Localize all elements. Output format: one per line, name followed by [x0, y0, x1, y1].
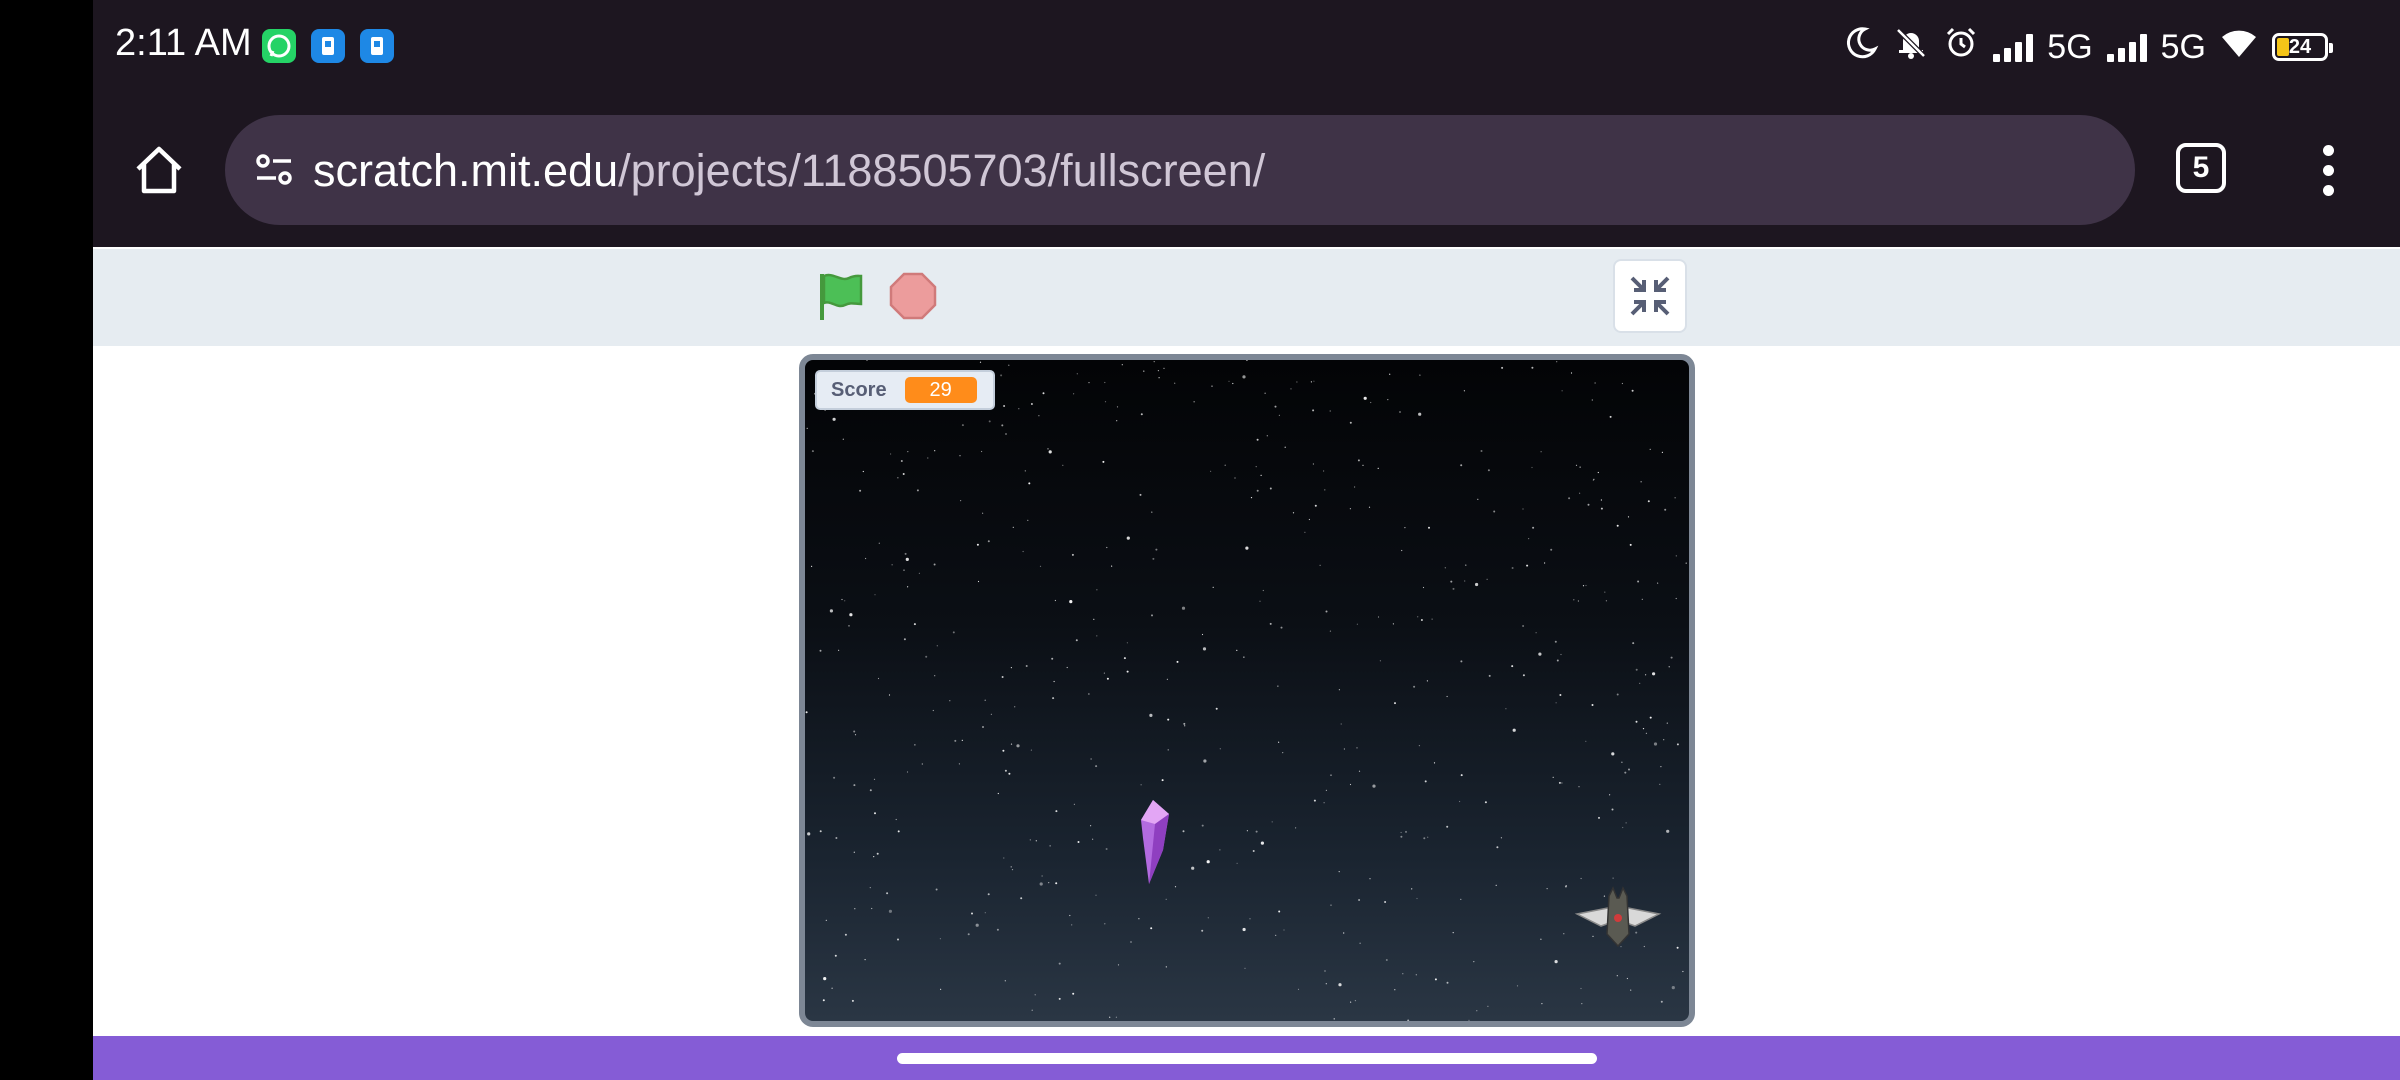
status-icons: 5G 5G 24: [1843, 24, 2333, 70]
status-bar: 2:11 AM 5G 5G 24: [93, 0, 2400, 95]
green-flag-icon: [820, 273, 863, 320]
spaceship-sprite: [1574, 886, 1662, 948]
stop-sign-icon: [889, 272, 937, 320]
signal-bars-icon: [2106, 32, 2147, 62]
home-button[interactable]: [129, 140, 189, 200]
url-domain: scratch.mit.edu: [313, 145, 619, 196]
app-notification-icon: [360, 29, 394, 63]
browser-menu-button[interactable]: [2313, 140, 2343, 200]
network-type-2: 5G: [2160, 27, 2206, 66]
whatsapp-icon: [262, 29, 296, 63]
screen: 2:11 AM 5G 5G 24 scratch.mit.edu/project…: [0, 0, 2400, 1080]
tab-count: 5: [2192, 151, 2210, 184]
home-icon: [136, 146, 182, 194]
status-time: 2:11 AM: [115, 22, 252, 64]
battery-level: 24: [2288, 35, 2312, 58]
site-info-icon[interactable]: [247, 142, 303, 198]
wifi-icon: [2220, 27, 2258, 68]
muted-bell-icon: [1893, 25, 1929, 70]
stop-button[interactable]: [888, 271, 938, 321]
green-flag-button[interactable]: [815, 270, 869, 324]
address-bar[interactable]: scratch.mit.edu/projects/1188505703/full…: [225, 115, 2135, 225]
score-label: Score: [831, 378, 887, 401]
score-variable-monitor: Score 29: [815, 370, 995, 410]
url-text[interactable]: scratch.mit.edu/projects/1188505703/full…: [313, 145, 1265, 197]
signal-bars-icon: [1993, 32, 2034, 62]
tab-switcher-button[interactable]: 5: [2176, 143, 2226, 193]
crystal-sprite: [1141, 800, 1169, 884]
do-not-disturb-moon-icon: [1843, 25, 1879, 70]
network-type-1: 5G: [2047, 27, 2093, 66]
starfield-backdrop: [805, 360, 1687, 1021]
exit-fullscreen-icon: [1630, 276, 1670, 316]
gesture-handle[interactable]: [897, 1053, 1597, 1064]
alarm-icon: [1943, 25, 1979, 70]
app-notification-icon: [311, 29, 345, 63]
score-value: 29: [904, 377, 977, 403]
exit-fullscreen-button[interactable]: [1613, 259, 1687, 333]
battery-icon: 24: [2272, 33, 2333, 61]
scratch-stage[interactable]: Score 29: [799, 354, 1695, 1027]
bottom-navigation-bar: [93, 1036, 2400, 1080]
browser-toolbar: scratch.mit.edu/projects/1188505703/full…: [93, 95, 2400, 247]
url-path: /projects/1188505703/fullscreen/: [618, 145, 1266, 196]
scratch-controls-bar: [93, 249, 2400, 346]
browser-app: 2:11 AM 5G 5G 24 scratch.mit.edu/project…: [93, 0, 2400, 1080]
